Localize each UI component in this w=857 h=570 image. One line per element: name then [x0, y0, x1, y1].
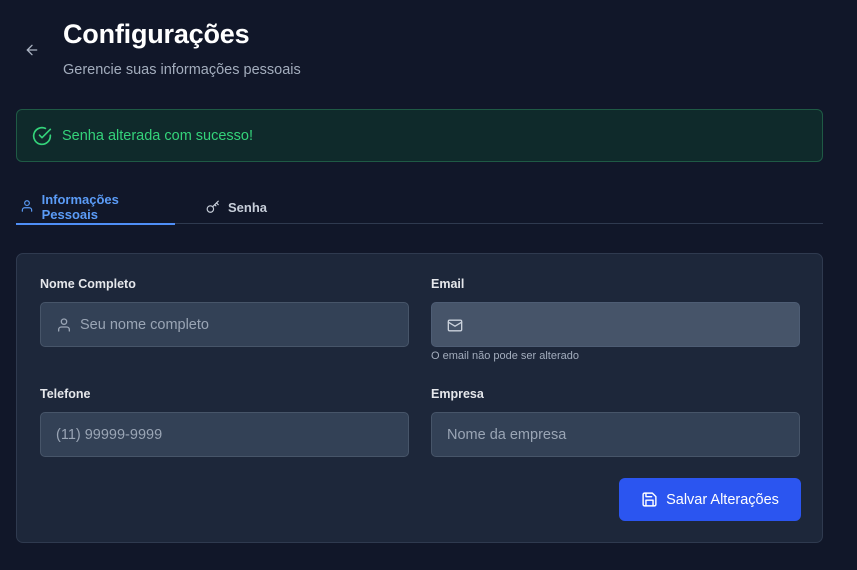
- save-button[interactable]: Salvar Alterações: [619, 478, 801, 521]
- alert-message: Senha alterada com sucesso!: [62, 127, 254, 144]
- phone-label: Telefone: [40, 387, 91, 401]
- tab-personal-info[interactable]: Informações Pessoais: [16, 190, 175, 225]
- tab-password[interactable]: Senha: [206, 190, 267, 224]
- name-field[interactable]: [40, 302, 409, 347]
- tab-label: Informações Pessoais: [41, 191, 119, 222]
- mail-icon: [447, 317, 463, 333]
- company-input[interactable]: [447, 426, 799, 443]
- email-field: [431, 302, 800, 347]
- success-alert: Senha alterada com sucesso!: [16, 109, 823, 162]
- company-field[interactable]: [431, 412, 800, 457]
- check-circle-icon: [32, 126, 52, 146]
- phone-input[interactable]: [56, 426, 408, 443]
- page-subtitle: Gerencie suas informações pessoais: [63, 62, 301, 78]
- company-label: Empresa: [431, 387, 484, 401]
- name-input[interactable]: [80, 316, 408, 333]
- tab-label: Senha: [228, 199, 268, 215]
- email-label: Email: [431, 277, 465, 291]
- page-title: Configurações: [63, 19, 250, 49]
- email-hint: O email não pode ser alterado: [431, 350, 579, 362]
- email-input: [471, 316, 799, 333]
- save-button-label: Salvar Alterações: [666, 491, 779, 508]
- settings-tabs: Informações Pessoais Senha: [16, 190, 823, 225]
- arrow-left-icon: [24, 42, 40, 58]
- name-label: Nome Completo: [40, 277, 136, 291]
- personal-info-form: Nome Completo Email O email não pode ser…: [16, 253, 823, 543]
- phone-field[interactable]: [40, 412, 409, 457]
- page-header: Configurações Gerencie suas informações …: [0, 0, 857, 100]
- save-icon: [641, 491, 658, 508]
- user-icon: [20, 199, 35, 214]
- back-button[interactable]: [22, 40, 42, 60]
- key-icon: [206, 200, 221, 215]
- user-icon: [56, 317, 72, 333]
